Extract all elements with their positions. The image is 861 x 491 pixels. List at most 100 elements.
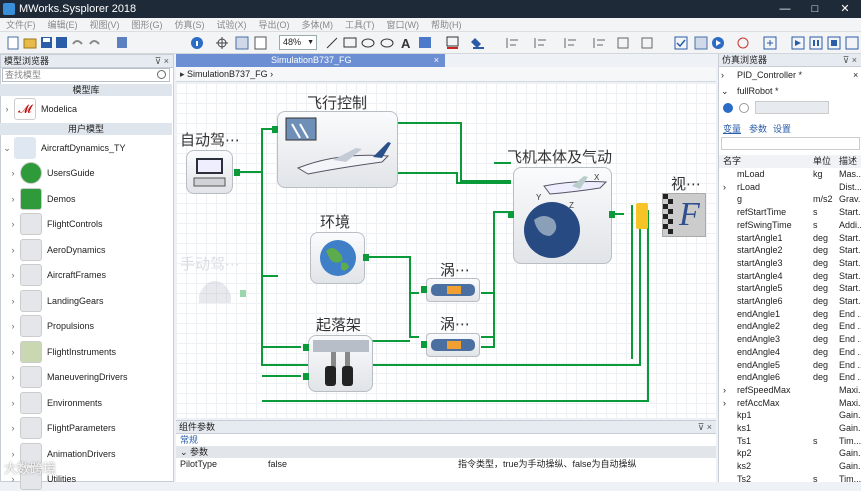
ellipse-tool-icon[interactable] bbox=[361, 38, 375, 48]
pin-icon[interactable]: ⊽ × bbox=[698, 421, 712, 434]
tree-item[interactable]: › Propulsions bbox=[0, 314, 172, 338]
menu-multibody[interactable]: 多体(M) bbox=[302, 18, 334, 31]
param-row[interactable]: PilotType false 指令类型，true为手动操纵、false为自动操… bbox=[176, 458, 716, 470]
expand-icon[interactable]: › bbox=[6, 296, 20, 306]
minimize-button[interactable]: — bbox=[770, 0, 800, 18]
expand-icon[interactable]: › bbox=[723, 397, 726, 410]
collapse-icon[interactable]: ⌄ bbox=[180, 447, 190, 457]
table-row[interactable]: kp1 Gain... bbox=[719, 409, 861, 422]
table-row[interactable]: ks2 Gain... bbox=[719, 460, 861, 473]
expand-icon[interactable]: › bbox=[6, 423, 20, 433]
tree-item[interactable]: › Demos bbox=[0, 187, 172, 211]
collapse-icon[interactable]: ⌄ bbox=[0, 143, 14, 154]
line-tool-icon[interactable] bbox=[326, 37, 338, 49]
expand-icon[interactable]: › bbox=[723, 384, 726, 397]
radio-icon[interactable] bbox=[739, 103, 749, 113]
menu-edit[interactable]: 编辑(E) bbox=[48, 18, 78, 31]
visual-block[interactable]: F bbox=[662, 193, 706, 237]
menu-experiment[interactable]: 试验(X) bbox=[217, 18, 247, 31]
params-section[interactable]: ⌄ 参数 bbox=[176, 446, 716, 458]
menu-tools[interactable]: 工具(T) bbox=[345, 18, 375, 31]
text-tool-icon[interactable]: A bbox=[401, 36, 411, 51]
autopilot-block[interactable] bbox=[186, 150, 233, 194]
tree-item[interactable]: › FlightControls bbox=[0, 212, 172, 236]
table-row[interactable]: Ts2 s Tim... bbox=[719, 473, 861, 486]
new-plot-icon[interactable] bbox=[763, 36, 777, 50]
table-row[interactable]: refStartTime s Start... bbox=[719, 206, 861, 219]
sim-settings-icon[interactable] bbox=[737, 37, 749, 49]
menu-window[interactable]: 窗口(W) bbox=[387, 18, 420, 31]
close-button[interactable]: ✕ bbox=[830, 0, 860, 18]
tab-settings[interactable]: 设置 bbox=[773, 123, 791, 136]
table-row[interactable]: › refSpeedMax Maxi... bbox=[719, 384, 861, 397]
diagram-canvas[interactable]: 自动驾⋯ 飞行控制 环境 手动驾⋯ 起落架 涡⋯ 涡⋯ 飞机本体及气动 XZY … bbox=[176, 83, 716, 418]
expand-icon[interactable]: ⌄ bbox=[721, 85, 729, 98]
new-file-icon[interactable] bbox=[7, 36, 19, 50]
table-row[interactable]: startAngle6 deg Start... bbox=[719, 295, 861, 308]
pin-icon[interactable]: ⊽ × bbox=[155, 55, 169, 68]
diagram-view-icon[interactable] bbox=[235, 36, 249, 50]
aircraft-in-port[interactable] bbox=[508, 211, 514, 218]
expand-icon[interactable]: › bbox=[6, 321, 20, 331]
simulate-icon[interactable] bbox=[712, 37, 724, 49]
tree-item[interactable]: › Environments bbox=[0, 391, 172, 415]
menu-file[interactable]: 文件(F) bbox=[6, 18, 36, 31]
engine2-block[interactable] bbox=[426, 333, 480, 357]
distribute-icon[interactable] bbox=[534, 38, 546, 48]
menu-help[interactable]: 帮助(H) bbox=[431, 18, 462, 31]
flight-control-in-port[interactable] bbox=[272, 126, 278, 133]
image-tool-icon[interactable] bbox=[419, 37, 431, 48]
expand-icon[interactable]: › bbox=[6, 347, 20, 357]
tree-item[interactable]: › AircraftFrames bbox=[0, 263, 172, 287]
expand-icon[interactable]: › bbox=[6, 219, 20, 229]
breadcrumb-item[interactable]: SimulationB737_FG bbox=[187, 69, 268, 79]
table-row[interactable]: refSwingTime s Addi... bbox=[719, 219, 861, 232]
text-view-icon[interactable] bbox=[254, 36, 267, 50]
crosshair-icon[interactable] bbox=[216, 37, 228, 49]
open-folder-icon[interactable] bbox=[23, 38, 37, 49]
undo-icon[interactable] bbox=[72, 40, 83, 45]
tab-close-icon[interactable]: × bbox=[434, 54, 439, 67]
aircraft-body-block[interactable]: X Z Y bbox=[513, 167, 612, 264]
table-row[interactable]: endAngle5 deg End ... bbox=[719, 359, 861, 372]
table-row[interactable]: endAngle2 deg End ... bbox=[719, 320, 861, 333]
play-icon[interactable] bbox=[791, 36, 805, 50]
table-row[interactable]: endAngle4 deg End ... bbox=[719, 346, 861, 359]
translate-icon[interactable] bbox=[694, 36, 708, 50]
table-row[interactable]: endAngle3 deg End ... bbox=[719, 333, 861, 346]
expand-icon[interactable]: › bbox=[6, 245, 20, 255]
save-icon[interactable] bbox=[41, 37, 52, 48]
table-row[interactable]: ks1 Gain... bbox=[719, 422, 861, 435]
check-icon[interactable] bbox=[674, 36, 688, 50]
pin-icon[interactable]: ⊽ × bbox=[843, 54, 857, 67]
line-color-icon[interactable] bbox=[446, 36, 459, 49]
order-icon[interactable] bbox=[641, 37, 653, 49]
tree-item[interactable]: › FlightInstruments bbox=[0, 340, 172, 364]
expand-icon[interactable]: › bbox=[6, 449, 20, 459]
expand-icon[interactable]: › bbox=[6, 270, 20, 280]
expand-icon[interactable]: › bbox=[6, 168, 20, 178]
tree-item-modelica[interactable]: › 𝓜 Modelica bbox=[0, 97, 172, 121]
rotate-icon[interactable] bbox=[593, 38, 605, 48]
table-row[interactable]: startAngle3 deg Start... bbox=[719, 257, 861, 270]
tab-variables[interactable]: 变量 bbox=[723, 123, 741, 136]
tree-item[interactable]: › ManeuveringDrivers bbox=[0, 365, 172, 389]
engine1-block[interactable] bbox=[426, 278, 480, 302]
param-value[interactable]: false bbox=[268, 458, 287, 470]
table-row[interactable]: g m/s2 Grav... bbox=[719, 193, 861, 206]
expand-icon[interactable]: › bbox=[6, 194, 20, 204]
expand-icon[interactable]: › bbox=[6, 398, 20, 408]
manual-pilot-port[interactable] bbox=[240, 290, 246, 297]
sim-model-fullrobot[interactable]: ⌄ fullRobot * bbox=[719, 85, 861, 98]
landing-gear-in-port-1[interactable] bbox=[303, 344, 309, 351]
table-row[interactable]: kp2 Gain... bbox=[719, 447, 861, 460]
redo-icon[interactable] bbox=[89, 40, 100, 45]
table-row[interactable]: startAngle2 deg Start... bbox=[719, 244, 861, 257]
expand-icon[interactable]: › bbox=[0, 104, 14, 114]
bus-connector[interactable] bbox=[636, 203, 648, 229]
tab-parameters[interactable]: 参数 bbox=[749, 123, 767, 136]
align-icon[interactable] bbox=[506, 38, 518, 48]
table-row[interactable]: mLoad kg Mas... bbox=[719, 168, 861, 181]
zoom-select[interactable]: 48% ▼ bbox=[279, 35, 317, 50]
variable-filter[interactable] bbox=[721, 137, 860, 150]
